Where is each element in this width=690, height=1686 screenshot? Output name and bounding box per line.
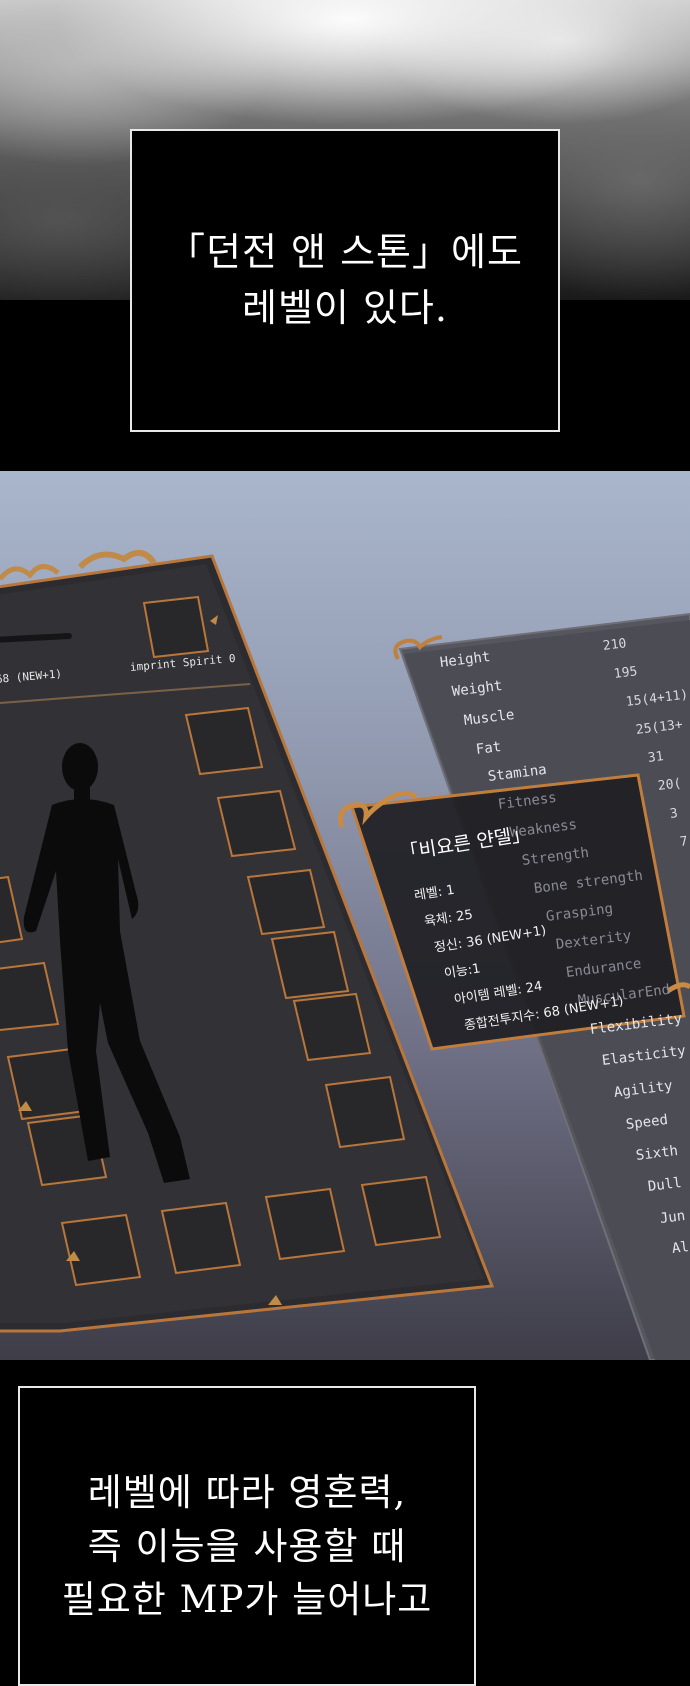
caption-box-bottom: 레벨에 따라 영혼력, 즉 이능을 사용할 때 필요한 MP가 늘어나고	[18, 1386, 476, 1686]
ornament-icon	[0, 566, 58, 579]
stat-value: 195	[613, 664, 638, 682]
stat-label: Fat	[475, 739, 502, 758]
stat-label: Jun	[659, 1208, 686, 1227]
stat-value: 7	[679, 834, 689, 850]
top-panel: 「던전 앤 스톤」에도 레벨이 있다.	[0, 0, 690, 470]
stat-value: 31	[647, 749, 664, 766]
game-ui-panel: 68 (NEW+1) imprint Spirit 0 Height Weigh…	[0, 471, 690, 1360]
stat-value: 210	[602, 636, 627, 654]
bottom-panel: 레벨에 따라 영혼력, 즉 이능을 사용할 때 필요한 MP가 늘어나고	[0, 1360, 690, 1600]
caption-line: 레벨에 따라 영혼력,	[62, 1466, 433, 1520]
caption-line: 즉 이능을 사용할 때	[62, 1520, 433, 1574]
stat-label: Al	[671, 1239, 690, 1257]
caption-line: 필요한 MP가 늘어나고	[62, 1573, 433, 1627]
caption-line: 「던전 앤 스톤」에도	[167, 225, 523, 280]
caption-line: 레벨이 있다.	[167, 281, 523, 336]
caption-box-top: 「던전 앤 스톤」에도 레벨이 있다.	[130, 129, 560, 432]
stat-value: 3	[669, 806, 679, 822]
stat-value: 20(	[657, 776, 682, 794]
